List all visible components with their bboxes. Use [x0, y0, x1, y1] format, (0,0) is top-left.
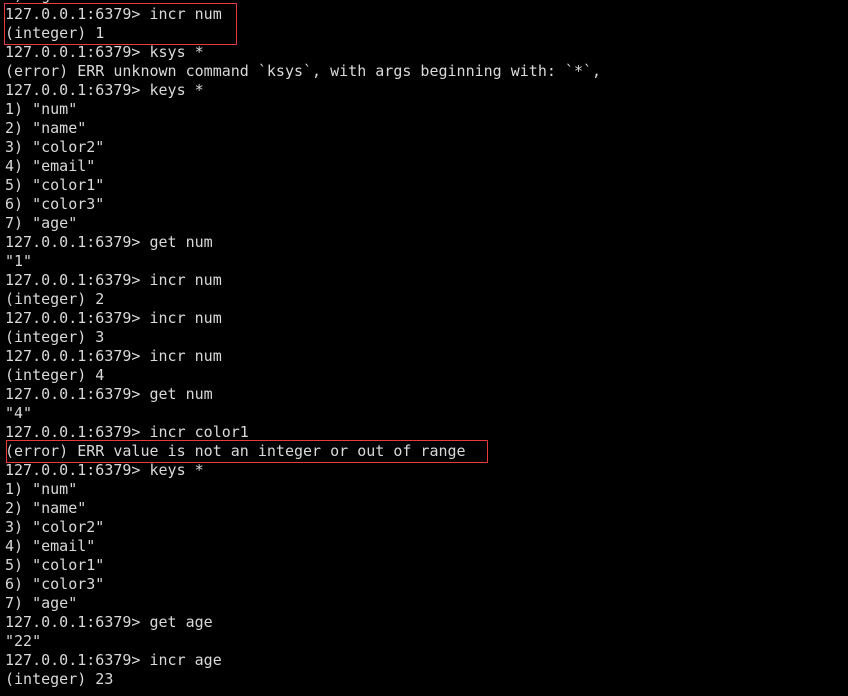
output-line: 1) "num"	[5, 480, 78, 498]
output-line: 3) "color2"	[5, 138, 105, 156]
output-line: (integer) 4	[5, 366, 105, 384]
command-line: 127.0.0.1:6379> get num	[5, 233, 213, 251]
output-line: "1"	[5, 252, 33, 270]
output-line: (integer) 23	[5, 670, 114, 688]
output-line: (integer) 2	[5, 290, 105, 308]
output-line: (integer) 3	[5, 328, 105, 346]
output-line: 3) "color2"	[5, 518, 105, 536]
output-line: 1) "num"	[5, 100, 78, 118]
command-line: 127.0.0.1:6379> incr num	[5, 309, 222, 327]
command-line: 127.0.0.1:6379> keys *	[5, 81, 204, 99]
output-line: 7) "age"	[5, 214, 78, 232]
output-line: 5) "color1"	[5, 176, 105, 194]
output-line: 5) "color1"	[5, 556, 105, 574]
command-line: 127.0.0.1:6379> get age	[5, 613, 213, 631]
command-line: 127.0.0.1:6379> incr num	[5, 347, 222, 365]
terminal-output[interactable]: 2) "green"127.0.0.1:6379> incr num(integ…	[5, 0, 601, 689]
command-line: 127.0.0.1:6379> incr num	[5, 271, 222, 289]
command-line: 127.0.0.1:6379> incr age	[5, 651, 222, 669]
output-line: "22"	[5, 632, 42, 650]
output-line: 4) "email"	[5, 157, 96, 175]
command-line: 127.0.0.1:6379> get num	[5, 385, 213, 403]
highlight-box-error	[6, 440, 488, 463]
output-line: 2) "name"	[5, 499, 87, 517]
command-line: 127.0.0.1:6379> ksys *	[5, 43, 204, 61]
output-line: 2) "name"	[5, 119, 87, 137]
output-line: (error) ERR unknown command `ksys`, with…	[5, 62, 602, 80]
output-line: 4) "email"	[5, 537, 96, 555]
command-line: 127.0.0.1:6379> keys *	[5, 461, 204, 479]
output-line: 6) "color3"	[5, 195, 105, 213]
output-line: 7) "age"	[5, 594, 78, 612]
highlight-box-incr-num	[4, 3, 237, 45]
output-line: "4"	[5, 404, 33, 422]
output-line: 6) "color3"	[5, 575, 105, 593]
